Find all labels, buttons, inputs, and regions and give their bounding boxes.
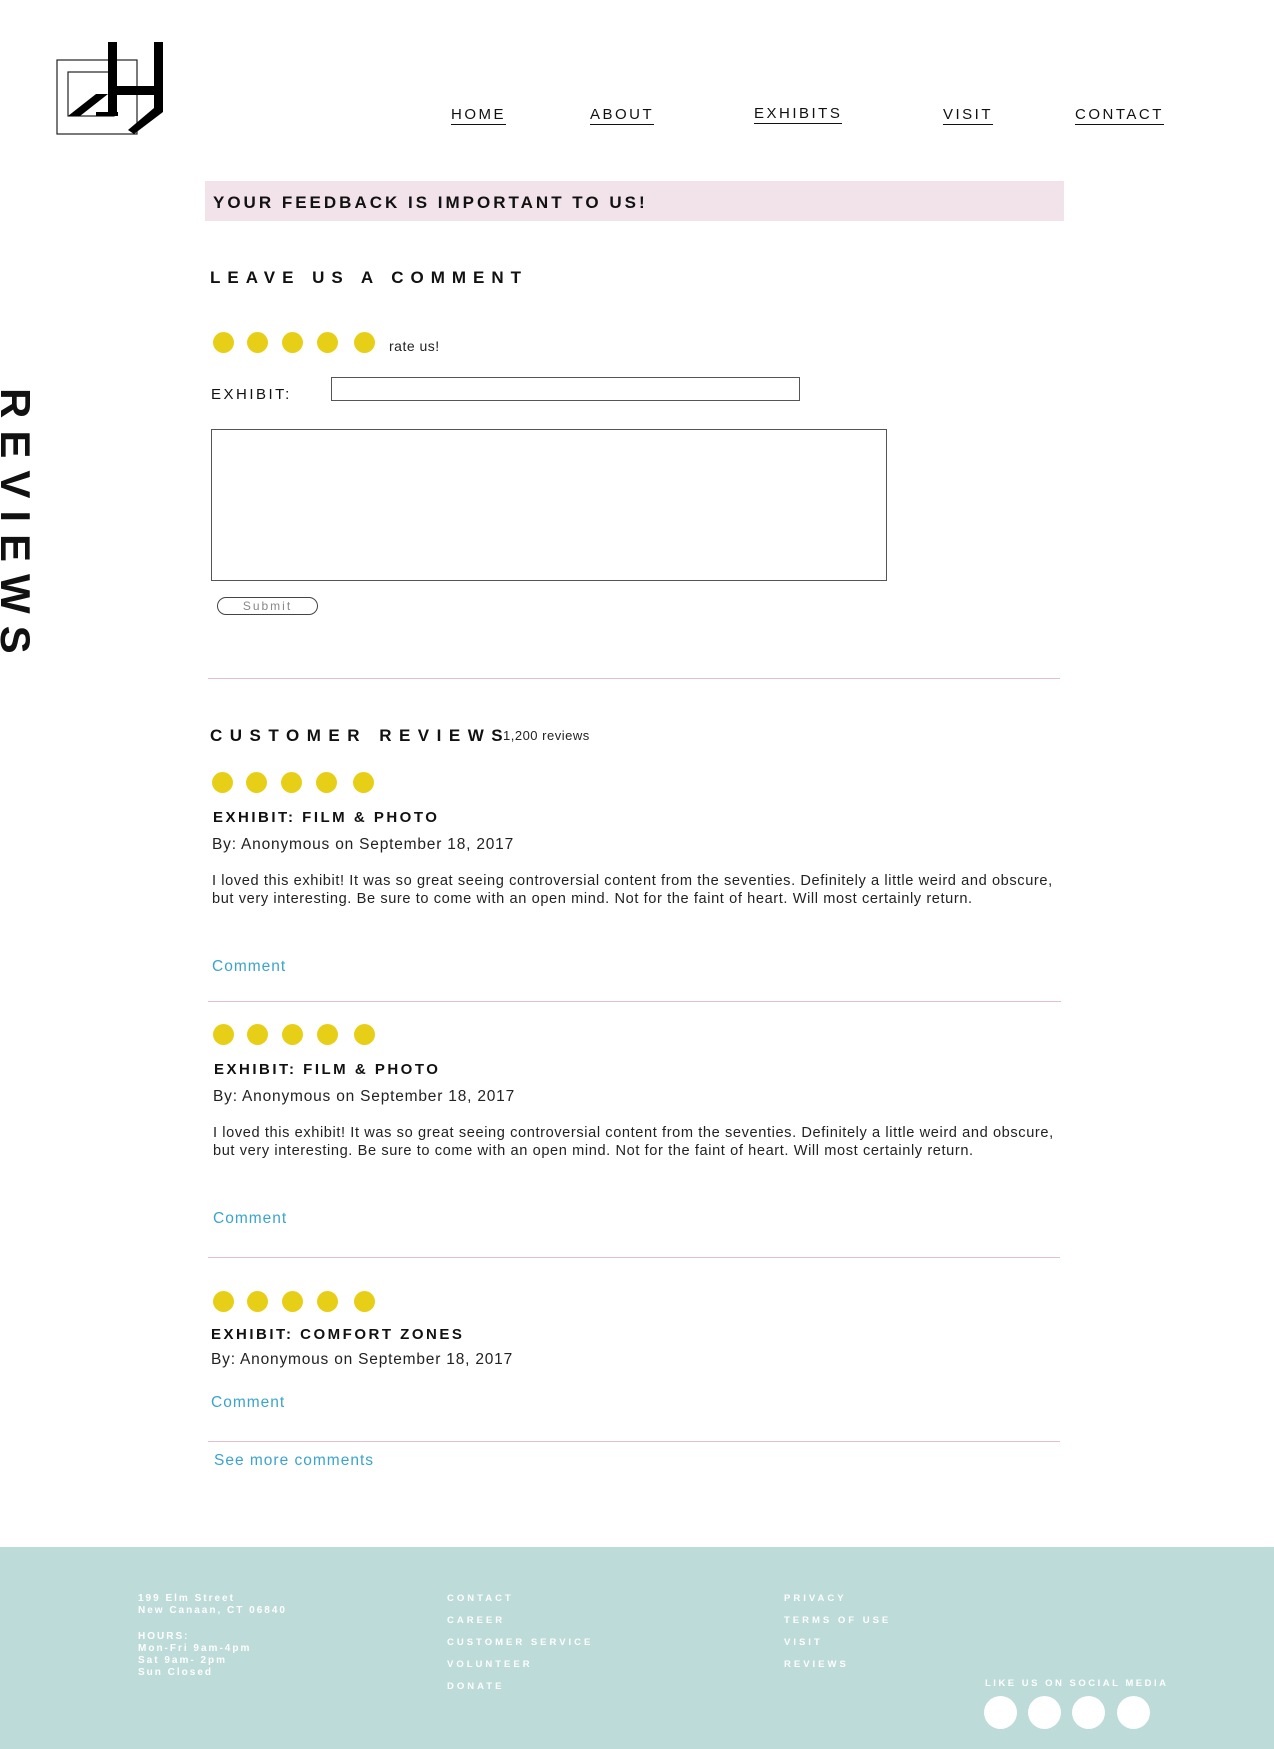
star-2[interactable] [247,332,268,353]
rate-label: rate us! [389,338,440,354]
star-4[interactable] [317,332,338,353]
footer-link-visit[interactable]: VISIT [784,1637,891,1659]
star-icon [353,772,374,793]
footer-links-secondary: PRIVACY TERMS OF USE VISIT REVIEWS [784,1593,891,1681]
footer-link-career[interactable]: CAREER [447,1615,593,1637]
review-byline: By: Anonymous on September 18, 2017 [212,836,515,853]
star-1[interactable] [213,332,234,353]
review-exhibit: EXHIBIT: FILM & PHOTO [214,1061,441,1078]
star-icon [213,1024,234,1045]
see-more-comments-link[interactable]: See more comments [214,1452,374,1470]
address-line: New Canaan, CT 06840 [138,1605,287,1616]
review-text: I loved this exhibit! It was so great se… [212,873,1053,907]
review-rating [213,1291,378,1313]
footer-link-contact[interactable]: CONTACT [447,1593,593,1615]
main-nav: HOME ABOUT EXHIBITS VISIT CONTACT [0,105,1274,130]
star-icon [281,772,302,793]
star-icon [213,1291,234,1312]
footer-link-donate[interactable]: DONATE [447,1681,593,1703]
star-icon [247,1024,268,1045]
footer-address: 199 Elm Street New Canaan, CT 06840 HOUR… [138,1593,287,1679]
review-rating [212,772,377,794]
review-text: I loved this exhibit! It was so great se… [213,1125,1054,1159]
review-rating [213,1024,378,1046]
social-icon-1[interactable] [984,1696,1017,1729]
social-icon-3[interactable] [1072,1696,1105,1729]
hours-title: HOURS: [138,1631,190,1642]
review-exhibit: EXHIBIT: COMFORT ZONES [211,1326,465,1343]
star-5[interactable] [354,332,375,353]
hours-line: Sun Closed [138,1667,214,1678]
divider [208,1257,1060,1258]
leave-comment-heading: LEAVE US A COMMENT [210,268,529,287]
nav-contact[interactable]: CONTACT [1075,106,1164,125]
social-icon-4[interactable] [1117,1696,1150,1729]
star-icon [354,1024,375,1045]
nav-visit[interactable]: VISIT [943,106,994,125]
address-line: 199 Elm Street [138,1593,235,1604]
star-icon [317,1291,338,1312]
feedback-banner: YOUR FEEDBACK IS IMPORTANT TO US! [205,181,1064,221]
comment-link[interactable]: Comment [212,958,286,976]
social-icon-2[interactable] [1028,1696,1061,1729]
customer-reviews-heading: CUSTOMER REVIEWS [210,726,511,745]
footer-links-primary: CONTACT CAREER CUSTOMER SERVICE VOLUNTEE… [447,1593,593,1703]
star-icon [354,1291,375,1312]
hours-line: Sat 9am- 2pm [138,1655,228,1666]
footer: 199 Elm Street New Canaan, CT 06840 HOUR… [0,1547,1274,1749]
review-byline: By: Anonymous on September 18, 2017 [213,1088,516,1105]
star-icon [282,1024,303,1045]
comment-link[interactable]: Comment [211,1394,285,1412]
star-icon [212,772,233,793]
submit-button[interactable]: Submit [217,597,318,615]
exhibit-input[interactable] [331,377,800,401]
star-icon [316,772,337,793]
page-title-vertical: REVIEWS [0,388,39,666]
star-icon [246,772,267,793]
star-3[interactable] [282,332,303,353]
nav-about[interactable]: ABOUT [590,106,655,125]
nav-exhibits[interactable]: EXHIBITS [754,105,843,124]
hours-line: Mon-Fri 9am-4pm [138,1643,252,1654]
star-icon [247,1291,268,1312]
star-icon [317,1024,338,1045]
star-icon [282,1291,303,1312]
review-exhibit: EXHIBIT: FILM & PHOTO [213,809,440,826]
footer-link-reviews[interactable]: REVIEWS [784,1659,891,1681]
comment-textarea[interactable] [211,429,887,581]
review-byline: By: Anonymous on September 18, 2017 [211,1351,514,1368]
divider [208,678,1060,679]
social-media-title: LIKE US ON SOCIAL MEDIA [985,1678,1169,1689]
divider [208,1441,1060,1442]
rating-input [213,332,378,354]
footer-link-customer-service[interactable]: CUSTOMER SERVICE [447,1637,593,1659]
footer-link-volunteer[interactable]: VOLUNTEER [447,1659,593,1681]
comment-link[interactable]: Comment [213,1210,287,1228]
footer-link-privacy[interactable]: PRIVACY [784,1593,891,1615]
nav-home[interactable]: HOME [451,106,506,125]
reviews-count: 1,200 reviews [503,728,590,743]
footer-link-terms[interactable]: TERMS OF USE [784,1615,891,1637]
exhibit-label: EXHIBIT: [211,386,292,403]
divider [208,1001,1061,1002]
